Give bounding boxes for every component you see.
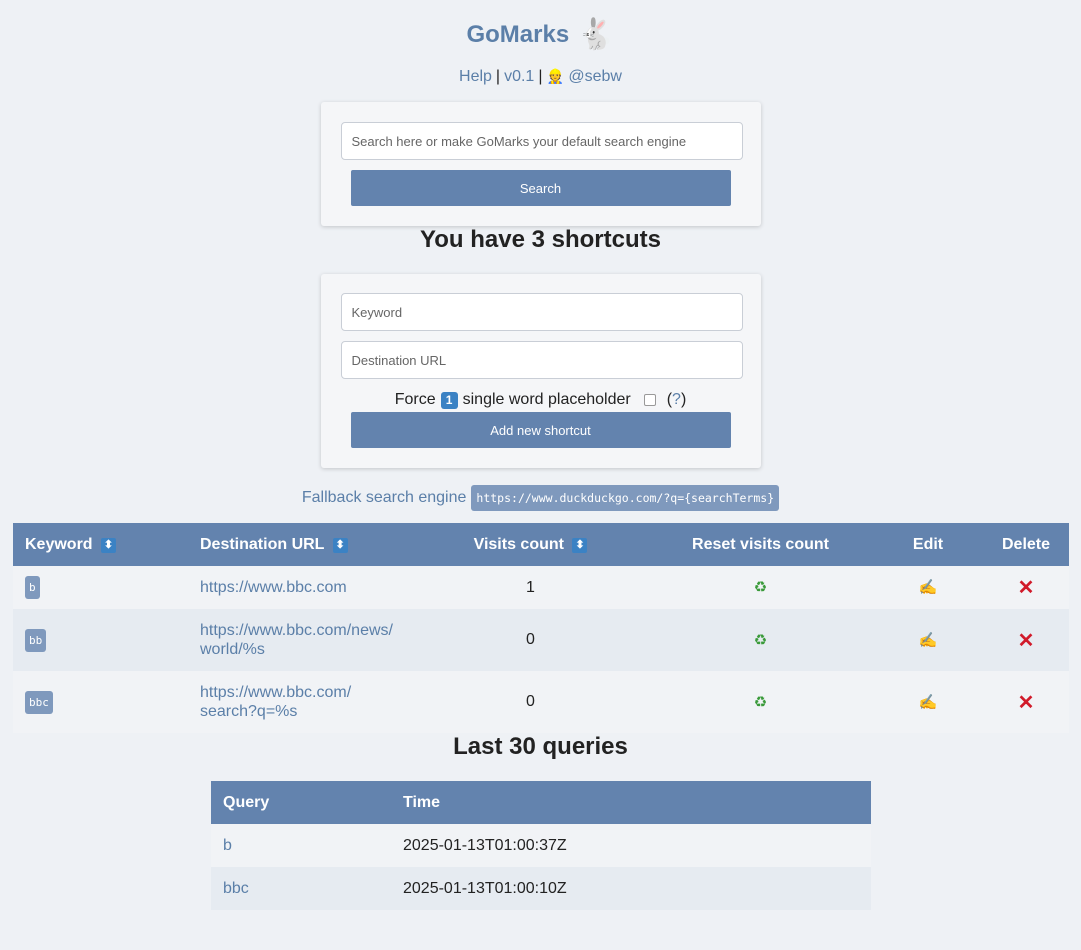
query-cell: bbc: [211, 867, 391, 910]
force-label: Force: [394, 391, 436, 408]
cross-mark-icon[interactable]: ✕: [1018, 577, 1035, 599]
search-card: Search: [320, 102, 761, 226]
keyword-badge: bbc: [25, 690, 53, 714]
destination-header-label: Destination URL: [200, 535, 325, 553]
help-link[interactable]: Help: [459, 68, 492, 85]
url-line: search?q=%s: [200, 703, 298, 720]
reset-cell: ♻: [648, 566, 873, 609]
queries-heading: Last 30 queries: [453, 733, 628, 760]
placeholder-help-link[interactable]: ?: [672, 391, 681, 409]
url-line: https://www.bbc.com/: [200, 684, 352, 701]
url-line: https://www.bbc.com/news/: [200, 622, 393, 639]
reset-cell: ♻: [648, 609, 873, 671]
force-placeholder-row: Force 1 single word placeholder (?): [341, 390, 741, 410]
keyword-input[interactable]: [340, 293, 743, 331]
edit-cell: ✍: [873, 609, 983, 671]
shortcuts-table: Keyword ⬍ Destination URL ⬍ Visits count…: [13, 523, 1069, 733]
force-placeholder-checkbox[interactable]: [643, 394, 656, 406]
recycle-icon[interactable]: ♻: [754, 694, 767, 711]
visits-cell: 1: [413, 566, 648, 609]
url-line: world/%s: [200, 641, 265, 658]
cross-mark-icon[interactable]: ✕: [1018, 630, 1035, 652]
sort-icon[interactable]: ⬍: [332, 537, 348, 553]
queries-table: Query Time b 2025-01-13T01:00:37Z bbc 20…: [211, 781, 871, 910]
table-row: b https://www.bbc.com 1 ♻ ✍ ✕: [13, 566, 1069, 609]
destination-column-header[interactable]: Destination URL ⬍: [188, 523, 413, 566]
sort-icon[interactable]: ⬍: [101, 537, 117, 553]
delete-cell: ✕: [983, 609, 1069, 671]
keyword-badge: bb: [25, 628, 47, 652]
page-header: GoMarks 🐇 Help | v0.1 | 👷 @sebw: [0, 0, 1081, 86]
title-row: GoMarks 🐇: [0, 10, 1081, 60]
keyword-column-header[interactable]: Keyword ⬍: [13, 523, 188, 566]
destination-url-input[interactable]: [340, 341, 743, 379]
table-row: bbc 2025-01-13T01:00:10Z: [211, 867, 871, 910]
fallback-label-link[interactable]: Fallback search engine: [302, 489, 467, 507]
destination-cell: https://www.bbc.com/news/world/%s: [188, 609, 413, 671]
table-header-row: Query Time: [211, 781, 871, 824]
sort-icon[interactable]: ⬍: [572, 537, 588, 553]
table-header-row: Keyword ⬍ Destination URL ⬍ Visits count…: [13, 523, 1069, 566]
separator: |: [538, 68, 543, 85]
visits-cell: 0: [413, 609, 648, 671]
keyword-header-label: Keyword: [25, 535, 93, 553]
delete-cell: ✕: [983, 566, 1069, 609]
keycap-one-icon: 1: [440, 391, 458, 409]
construction-worker-icon: 👷: [546, 68, 564, 84]
version-link[interactable]: v0.1: [504, 68, 534, 85]
add-shortcut-button[interactable]: Add new shortcut: [350, 412, 731, 448]
destination-link[interactable]: https://www.bbc.com/search?q=%s: [200, 683, 351, 721]
table-row: bb https://www.bbc.com/news/world/%s 0 ♻…: [13, 609, 1069, 671]
edit-cell: ✍: [873, 566, 983, 609]
keyword-cell: bb: [13, 609, 188, 671]
destination-link[interactable]: https://www.bbc.com: [200, 578, 347, 597]
fallback-url: https://www.duckduckgo.com/?q={searchTer…: [471, 485, 780, 511]
cross-mark-icon[interactable]: ✕: [1018, 692, 1035, 714]
query-cell: b: [211, 824, 391, 867]
help-paren-close: ): [680, 391, 687, 408]
separator: |: [495, 68, 501, 85]
query-link[interactable]: bbc: [223, 880, 249, 897]
delete-column-header: Delete: [983, 523, 1069, 566]
keyword-badge: b: [25, 576, 40, 599]
table-row: bbc https://www.bbc.com/search?q=%s 0 ♻ …: [13, 671, 1069, 733]
header-links: Help | v0.1 | 👷 @sebw: [0, 68, 1081, 86]
reset-cell: ♻: [648, 671, 873, 733]
query-column-header: Query: [211, 781, 391, 824]
add-shortcut-card: Force 1 single word placeholder (?) Add …: [320, 274, 761, 468]
recycle-icon[interactable]: ♻: [754, 579, 767, 596]
delete-cell: ✕: [983, 671, 1069, 733]
fallback-search-engine: Fallback search engine https://www.duckd…: [0, 485, 1081, 511]
author-link[interactable]: @sebw: [568, 68, 622, 85]
query-link[interactable]: b: [223, 837, 232, 854]
visits-cell: 0: [413, 671, 648, 733]
destination-cell: https://www.bbc.com: [188, 566, 413, 609]
time-cell: 2025-01-13T01:00:37Z: [391, 824, 871, 867]
app-title: GoMarks: [466, 21, 570, 48]
url-line: https://www.bbc.com: [200, 579, 347, 596]
visits-header-label: Visits count: [473, 535, 564, 553]
destination-cell: https://www.bbc.com/search?q=%s: [188, 671, 413, 733]
force-label-suffix: single word placeholder: [462, 391, 631, 408]
destination-link[interactable]: https://www.bbc.com/news/world/%s: [200, 621, 393, 659]
table-row: b 2025-01-13T01:00:37Z: [211, 824, 871, 867]
writing-hand-icon[interactable]: ✍: [919, 632, 938, 649]
edit-cell: ✍: [873, 671, 983, 733]
shortcuts-count-heading: You have 3 shortcuts: [420, 226, 661, 253]
search-input[interactable]: [340, 122, 743, 160]
reset-column-header: Reset visits count: [648, 523, 873, 566]
time-column-header: Time: [391, 781, 871, 824]
time-cell: 2025-01-13T01:00:10Z: [391, 867, 871, 910]
writing-hand-icon[interactable]: ✍: [919, 579, 938, 596]
recycle-icon[interactable]: ♻: [754, 632, 767, 649]
rabbit-icon: 🐇: [577, 18, 615, 51]
edit-column-header: Edit: [873, 523, 983, 566]
writing-hand-icon[interactable]: ✍: [919, 694, 938, 711]
visits-column-header[interactable]: Visits count ⬍: [413, 523, 648, 566]
keyword-cell: bbc: [13, 671, 188, 733]
keyword-cell: b: [13, 566, 188, 609]
search-button[interactable]: Search: [350, 170, 731, 206]
